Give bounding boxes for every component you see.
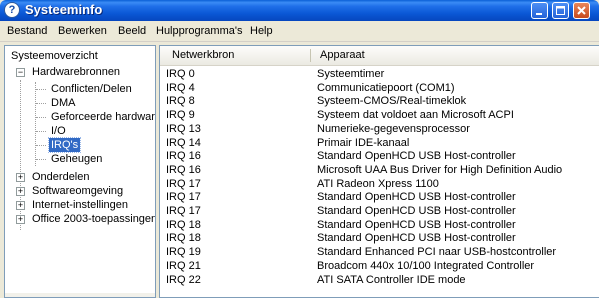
cell-apparaat: Communicatiepoort (COM1) (317, 81, 455, 94)
table-row[interactable]: IRQ 21 Broadcom 440x 10/100 Integrated Co… (160, 260, 599, 273)
tree-item-internet-instellingen[interactable]: Internet-instellingen (32, 198, 128, 212)
cell-netwerkbron: IRQ 18 (166, 218, 201, 231)
tree-connector (36, 145, 46, 146)
cell-netwerkbron: IRQ 18 (166, 232, 201, 245)
cell-netwerkbron: IRQ 4 (166, 81, 195, 94)
cell-netwerkbron: IRQ 17 (166, 177, 201, 190)
tree-item-geforceerde-hardware[interactable]: Geforceerde hardware (51, 110, 155, 124)
cell-netwerkbron: IRQ 8 (166, 95, 195, 108)
table-row[interactable]: IRQ 0 Systeemtimer (160, 68, 599, 81)
window-title: Systeeminfo (25, 2, 103, 17)
table-row[interactable]: IRQ 16 Standard OpenHCD USB Host-controll… (160, 150, 599, 163)
expand-plus-icon[interactable]: + (16, 173, 25, 182)
expand-plus-icon[interactable]: + (16, 215, 25, 224)
column-divider[interactable] (310, 49, 311, 62)
help-question-icon: ? (4, 2, 20, 18)
column-header-netwerkbron[interactable]: Netwerkbron (172, 49, 234, 61)
tree-connector (36, 131, 46, 132)
cell-apparaat: Standard OpenHCD USB Host-controller (317, 150, 516, 163)
tree-item-geheugen[interactable]: Geheugen (51, 152, 102, 166)
details-list[interactable]: Netwerkbron Apparaat IRQ 0 Systeemtimer IR… (159, 45, 599, 298)
tree-item-office-2003[interactable]: Office 2003-toepassingen (32, 212, 155, 226)
menu-hulpprogrammas[interactable]: Hulpprogramma's (156, 25, 242, 37)
cell-netwerkbron: IRQ 17 (166, 205, 201, 217)
tree-item-io[interactable]: I/O (51, 124, 66, 138)
menu-beeld[interactable]: Beeld (118, 25, 146, 37)
tree-connector (35, 82, 36, 166)
cell-apparaat: ATI Radeon Xpress 1100 (317, 177, 439, 190)
tree-item-dma[interactable]: DMA (51, 96, 75, 110)
table-row[interactable]: IRQ 17 ATI Radeon Xpress 1100 (160, 178, 599, 191)
tree-item-irqs[interactable]: IRQ's (47, 137, 82, 153)
cell-apparaat: Standard OpenHCD USB Host-controller (317, 191, 516, 204)
cell-netwerkbron: IRQ 14 (166, 136, 201, 149)
expand-plus-icon[interactable]: + (16, 187, 25, 196)
maximize-button[interactable] (552, 2, 569, 19)
cell-apparaat: Numerieke-gegevensprocessor (317, 122, 470, 135)
table-row[interactable]: IRQ 4 Communicatiepoort (COM1) (160, 82, 599, 95)
cell-netwerkbron: IRQ 21 (166, 259, 201, 272)
cell-apparaat: Broadcom 440x 10/100 Integrated Controll… (317, 259, 535, 272)
table-row[interactable]: IRQ 22 ATI SATA Controller IDE mode (160, 274, 599, 287)
cell-apparaat: Primair IDE-kanaal (317, 136, 410, 149)
cell-netwerkbron: IRQ 19 (166, 246, 201, 259)
table-row[interactable]: IRQ 17 Standard OpenHCD USB Host-controll… (160, 191, 599, 204)
minimize-icon (536, 13, 542, 15)
table-row[interactable]: IRQ 18 Standard OpenHCD USB Host-controll… (160, 232, 599, 245)
menu-bar: Bestand Bewerken Beeld Hulpprogramma's H… (0, 21, 599, 42)
table-row[interactable]: IRQ 16 Microsoft UAA Bus Driver for High … (160, 164, 599, 177)
cell-netwerkbron: IRQ 9 (166, 109, 195, 122)
cell-apparaat: Standard OpenHCD USB Host-controller (317, 232, 516, 245)
tree-item-hardwarebronnen[interactable]: Hardwarebronnen (32, 65, 120, 79)
cell-netwerkbron: IRQ 17 (166, 191, 201, 204)
collapse-minus-icon[interactable]: − (16, 68, 25, 77)
tree-item-systeemoverzicht[interactable]: Systeemoverzicht (11, 49, 98, 63)
column-header-apparaat[interactable]: Apparaat (320, 49, 365, 61)
menu-bestand[interactable]: Bestand (7, 25, 47, 37)
tree-horizontal-scrollbar[interactable] (5, 293, 155, 297)
cell-netwerkbron: IRQ 16 (166, 150, 201, 163)
cell-apparaat: Systeem dat voldoet aan Microsoft ACPI (317, 109, 514, 122)
menu-help[interactable]: Help (250, 25, 273, 37)
list-header: Netwerkbron Apparaat (160, 46, 599, 66)
tree-connector (36, 117, 46, 118)
menu-bewerken[interactable]: Bewerken (58, 25, 107, 37)
system-info-window: ? Systeeminfo Bestand Bewerken Beeld Hul… (0, 0, 599, 298)
cell-apparaat: Microsoft UAA Bus Driver for High Defini… (317, 163, 563, 176)
tree-connector (36, 159, 46, 160)
table-row[interactable]: IRQ 8 Systeem-CMOS/Real-timeklok (160, 95, 599, 108)
cell-netwerkbron: IRQ 0 (166, 68, 195, 80)
title-bar[interactable]: ? Systeeminfo (0, 0, 599, 21)
cell-apparaat: ATI SATA Controller IDE mode (317, 273, 466, 286)
category-tree[interactable]: Systeemoverzicht − Hardwarebronnen Confl… (4, 45, 156, 298)
cell-apparaat: Systeem-CMOS/Real-timeklok (317, 95, 467, 108)
minimize-button[interactable] (531, 2, 548, 19)
cell-apparaat: Standard OpenHCD USB Host-controller (317, 205, 516, 217)
tree-item-softwareomgeving[interactable]: Softwareomgeving (32, 184, 123, 198)
cell-netwerkbron: IRQ 22 (166, 273, 201, 286)
cell-apparaat: Standard OpenHCD USB Host-controller (317, 218, 516, 231)
table-row[interactable]: IRQ 14 Primair IDE-kanaal (160, 137, 599, 150)
cell-apparaat: Standard Enhanced PCI naar USB-hostcontr… (317, 246, 557, 259)
table-row[interactable]: IRQ 13 Numerieke-gegevensprocessor (160, 123, 599, 136)
cell-netwerkbron: IRQ 16 (166, 163, 201, 176)
tree-connector (36, 89, 46, 90)
cell-netwerkbron: IRQ 13 (166, 122, 201, 135)
cell-apparaat: Systeemtimer (317, 68, 385, 80)
table-row[interactable]: IRQ 18 Standard OpenHCD USB Host-controll… (160, 219, 599, 232)
tree-item-conflicten[interactable]: Conflicten/Delen (51, 82, 132, 96)
close-button[interactable] (573, 2, 590, 19)
tree-connector (36, 103, 46, 104)
maximize-icon (556, 6, 565, 15)
tree-item-onderdelen[interactable]: Onderdelen (32, 170, 90, 184)
close-icon (577, 6, 586, 15)
table-row[interactable]: IRQ 9 Systeem dat voldoet aan Microsoft A… (160, 109, 599, 122)
table-row[interactable]: IRQ 17 Standard OpenHCD USB Host-controll… (160, 205, 599, 218)
expand-plus-icon[interactable]: + (16, 201, 25, 210)
table-row[interactable]: IRQ 19 Standard Enhanced PCI naar USB-hos… (160, 246, 599, 259)
